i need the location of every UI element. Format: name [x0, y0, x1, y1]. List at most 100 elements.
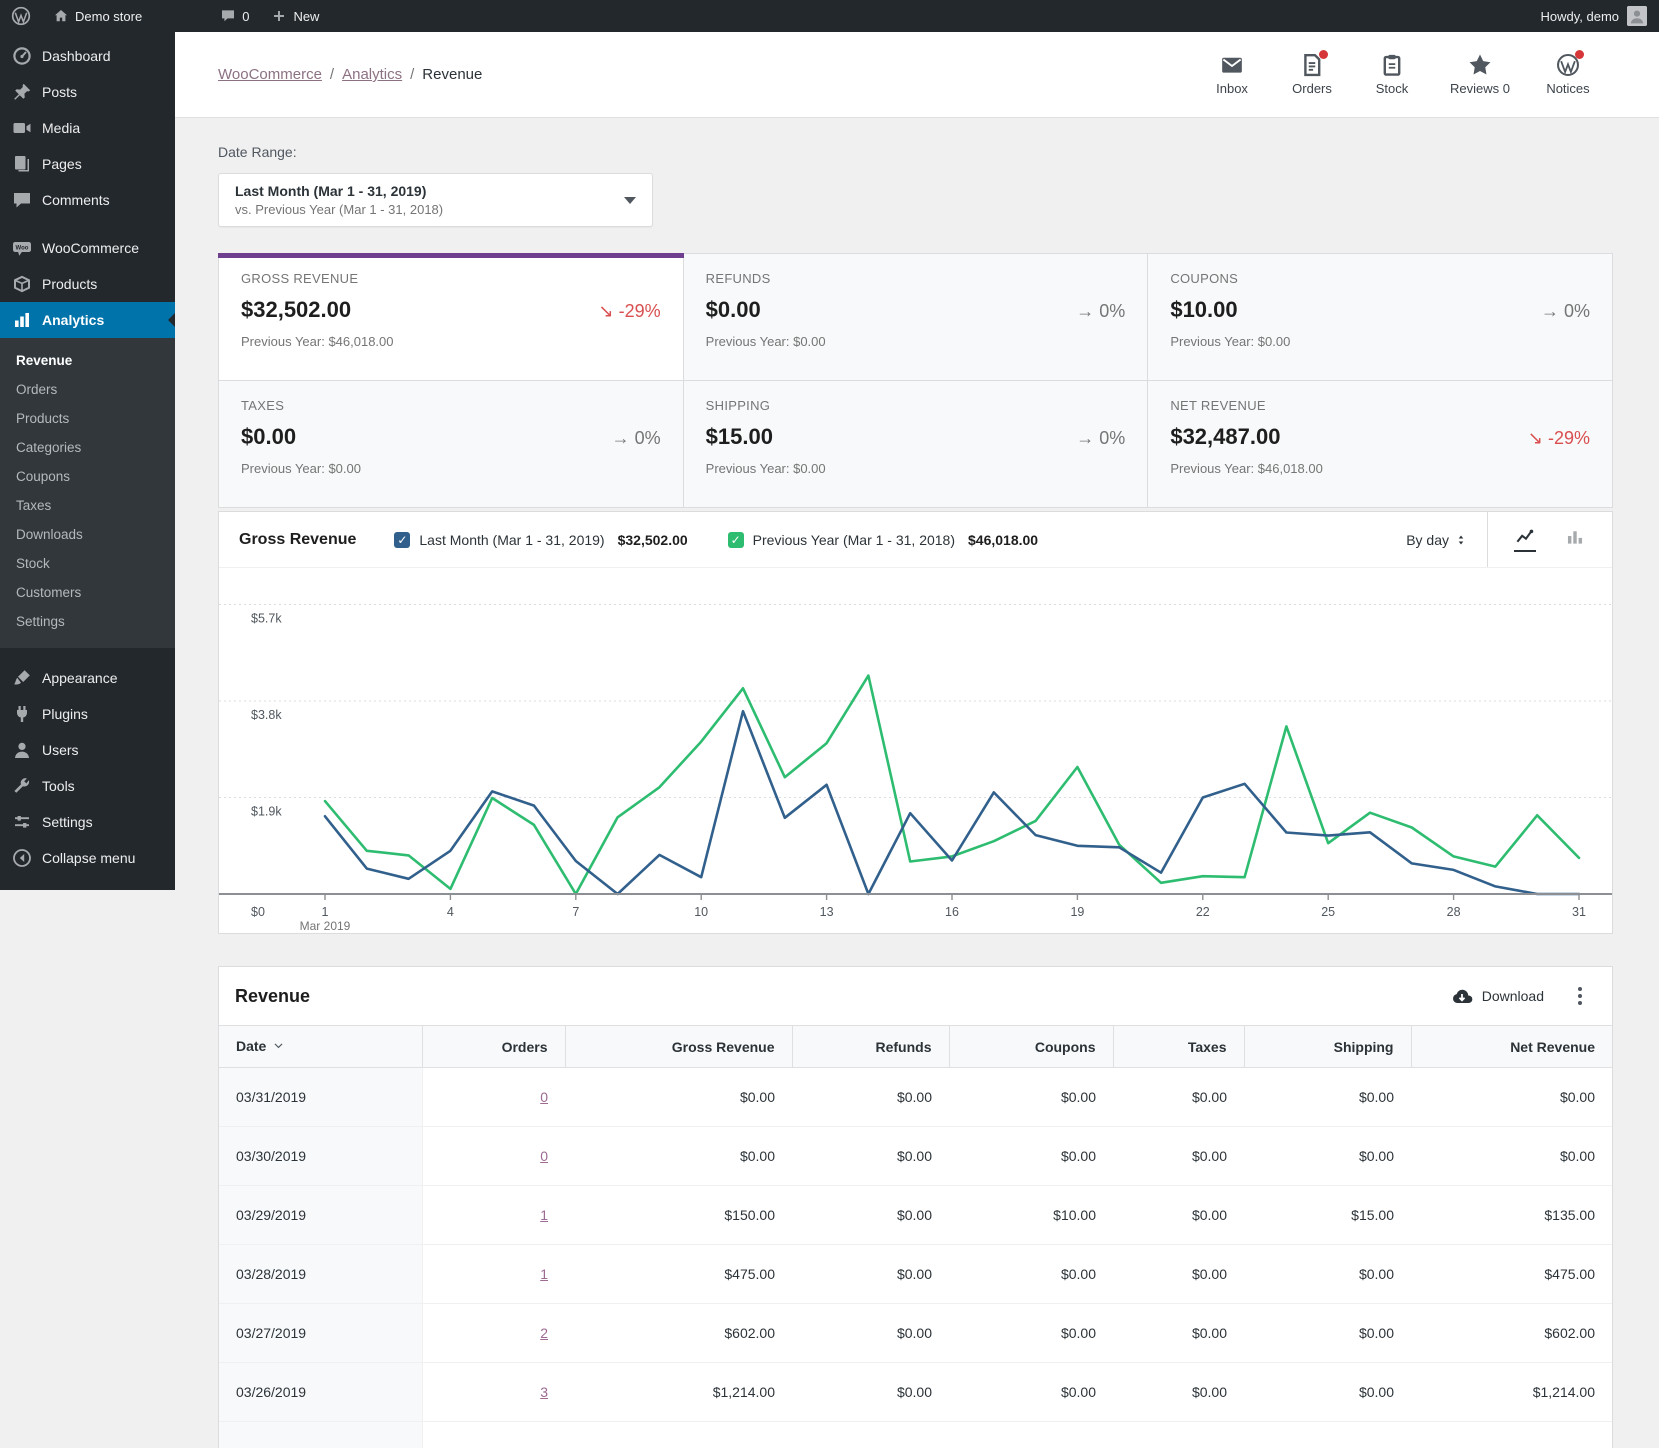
package-icon: [12, 274, 32, 294]
table-menu-button[interactable]: [1574, 983, 1586, 1009]
activity-reviews-0[interactable]: Reviews 0: [1450, 53, 1510, 96]
sidebar-item-users[interactable]: Users: [0, 732, 175, 768]
cell-value: $150.00: [565, 1185, 792, 1245]
cell-value: $0.00: [1244, 1067, 1411, 1127]
breadcrumb-separator: /: [410, 66, 415, 83]
activity-label: Orders: [1292, 81, 1332, 96]
orders-count-link[interactable]: 3: [540, 1384, 548, 1400]
orders-count-link[interactable]: 0: [540, 1148, 548, 1164]
sidebar-item-posts[interactable]: Posts: [0, 74, 175, 110]
sidebar-item-plugins[interactable]: Plugins: [0, 696, 175, 732]
cell-value: $0.00: [1113, 1362, 1244, 1422]
column-header-date[interactable]: Date: [219, 1025, 423, 1068]
summary-tile-gross-revenue[interactable]: GROSS REVENUE $32,502.00 ↘ -29% Previous Ye…: [218, 253, 684, 380]
sidebar-item-media[interactable]: Media: [0, 110, 175, 146]
howdy-label[interactable]: Howdy, demo: [1540, 9, 1619, 24]
cell-value: $602.00: [1411, 1303, 1612, 1363]
column-header-shipping[interactable]: Shipping: [1244, 1025, 1412, 1068]
column-header-orders[interactable]: Orders: [422, 1025, 566, 1068]
breadcrumb-woocommerce[interactable]: WooCommerce: [218, 66, 322, 83]
cell-value: $0.00: [1113, 1244, 1244, 1304]
svg-text:$3.8k: $3.8k: [251, 708, 282, 722]
brush-icon: [12, 668, 32, 688]
legend-toggle-last-month-mar-1-31-2019[interactable]: ✓ Last Month (Mar 1 - 31, 2019) $32,502.00: [394, 531, 688, 548]
sidebar-item-appearance[interactable]: Appearance: [0, 660, 175, 696]
sidebar-item-analytics[interactable]: Analytics: [0, 302, 175, 338]
svg-text:25: 25: [1321, 905, 1335, 919]
cloud-download-icon: [1451, 985, 1473, 1007]
activity-orders[interactable]: Orders: [1290, 50, 1334, 96]
submenu-item-taxes[interactable]: Taxes: [0, 491, 175, 520]
submenu-item-customers[interactable]: Customers: [0, 578, 175, 607]
chart-title: Gross Revenue: [239, 530, 357, 548]
wordpress-logo-icon: [11, 6, 31, 26]
summary-tile-refunds[interactable]: REFUNDS $0.00 → 0% Previous Year: $0.00: [683, 254, 1148, 380]
breadcrumb-analytics[interactable]: Analytics: [342, 66, 402, 83]
orders-count-link[interactable]: 1: [540, 1207, 548, 1223]
sidebar-item-collapse-menu[interactable]: Collapse menu: [0, 840, 175, 876]
comments-bubble-button[interactable]: 0: [209, 0, 260, 32]
column-header-gross-revenue[interactable]: Gross Revenue: [565, 1025, 793, 1068]
line-chart-toggle[interactable]: [1514, 527, 1536, 552]
svg-text:22: 22: [1196, 905, 1210, 919]
bar-chart-toggle[interactable]: [1564, 527, 1586, 552]
summary-tile-net-revenue[interactable]: NET REVENUE $32,487.00 ↘ -29% Previous Year…: [1148, 381, 1612, 507]
sidebar-item-tools[interactable]: Tools: [0, 768, 175, 804]
site-name-button[interactable]: Demo store: [42, 0, 153, 32]
cell-value: $0.00: [792, 1303, 949, 1363]
revenue-line-chart[interactable]: $5.7k $3.8k $1.9k $0 1 4 7 10 13 16 19 22 25 28 31 Mar …: [219, 568, 1612, 933]
sidebar-item-label: WooCommerce: [42, 240, 139, 256]
column-header-taxes[interactable]: Taxes: [1113, 1025, 1245, 1068]
submenu-item-settings[interactable]: Settings: [0, 607, 175, 636]
legend-series-name: Previous Year (Mar 1 - 31, 2018): [752, 531, 956, 548]
submenu-item-downloads[interactable]: Downloads: [0, 520, 175, 549]
summary-tile-coupons[interactable]: COUPONS $10.00 → 0% Previous Year: $0.00: [1148, 254, 1612, 380]
cell-value: $602.00: [565, 1303, 792, 1363]
avatar[interactable]: [1627, 6, 1647, 26]
submenu-item-coupons[interactable]: Coupons: [0, 462, 175, 491]
interval-select[interactable]: By day: [1386, 532, 1487, 548]
revenue-table-card: Revenue Download Date Orders Gross Revenue…: [218, 966, 1613, 1448]
submenu-item-orders[interactable]: Orders: [0, 375, 175, 404]
chart-card: Gross Revenue ✓ Last Month (Mar 1 - 31, 2…: [218, 511, 1613, 934]
download-button[interactable]: Download: [1451, 985, 1544, 1007]
activity-stock[interactable]: Stock: [1370, 53, 1414, 96]
activity-notices[interactable]: Notices: [1546, 50, 1590, 96]
sidebar-item-comments[interactable]: Comments: [0, 182, 175, 218]
wrench-icon: [12, 776, 32, 796]
new-content-button[interactable]: New: [260, 0, 330, 32]
sort-chevron-down-icon: [272, 1039, 285, 1055]
table-row: 03/26/2019 3 $1,214.00 $0.00 $0.00 $0.00 $0.00…: [219, 1362, 1612, 1422]
chevron-down-icon: [624, 196, 636, 210]
table-title: Revenue: [235, 985, 311, 1006]
legend-toggle-previous-year-mar-1-31-2018[interactable]: ✓ Previous Year (Mar 1 - 31, 2018) $46,018…: [727, 531, 1038, 548]
column-header-refunds[interactable]: Refunds: [792, 1025, 950, 1068]
sidebar-item-settings[interactable]: Settings: [0, 804, 175, 840]
submenu-item-stock[interactable]: Stock: [0, 549, 175, 578]
cell-value: $0.00: [1244, 1126, 1411, 1186]
activity-inbox[interactable]: Inbox: [1210, 53, 1254, 96]
submenu-item-categories[interactable]: Categories: [0, 433, 175, 462]
column-header-coupons[interactable]: Coupons: [949, 1025, 1114, 1068]
date-range-dropdown[interactable]: Last Month (Mar 1 - 31, 2019) vs. Previo…: [218, 173, 653, 227]
unread-badge: [1575, 50, 1584, 59]
submenu-item-revenue[interactable]: Revenue: [0, 346, 175, 375]
column-header-net-revenue[interactable]: Net Revenue: [1411, 1025, 1612, 1068]
sidebar-item-label: Posts: [42, 84, 78, 100]
sidebar-item-pages[interactable]: Pages: [0, 146, 175, 182]
cell-value: $0.00: [1244, 1362, 1411, 1422]
summary-tile-taxes[interactable]: TAXES $0.00 → 0% Previous Year: $0.00: [219, 381, 683, 507]
sidebar-item-products[interactable]: Products: [0, 266, 175, 302]
tile-label: TAXES: [241, 398, 285, 413]
orders-count-link[interactable]: 2: [540, 1325, 548, 1341]
sidebar-item-woocommerce[interactable]: Woo WooCommerce: [0, 230, 175, 266]
sidebar-item-dashboard[interactable]: Dashboard: [0, 38, 175, 74]
orders-count-link[interactable]: 0: [540, 1089, 548, 1105]
tile-label: NET REVENUE: [1170, 398, 1266, 413]
wordpress-menu-button[interactable]: [0, 0, 42, 32]
submenu-item-products[interactable]: Products: [0, 404, 175, 433]
orders-count-link[interactable]: 1: [540, 1266, 548, 1282]
activity-label: Inbox: [1216, 81, 1248, 96]
summary-tile-shipping[interactable]: SHIPPING $15.00 → 0% Previous Year: $0.00: [683, 381, 1148, 507]
sidebar-item-label: Tools: [42, 778, 75, 794]
